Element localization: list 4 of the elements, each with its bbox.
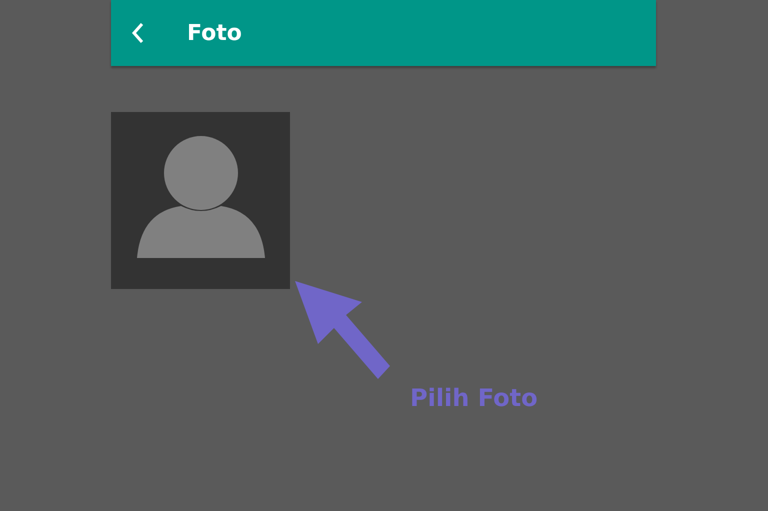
back-icon[interactable] <box>131 22 145 44</box>
avatar-placeholder[interactable] <box>111 112 290 289</box>
screen-title: Foto <box>187 20 242 46</box>
annotation-label: Pilih Foto <box>410 384 538 412</box>
